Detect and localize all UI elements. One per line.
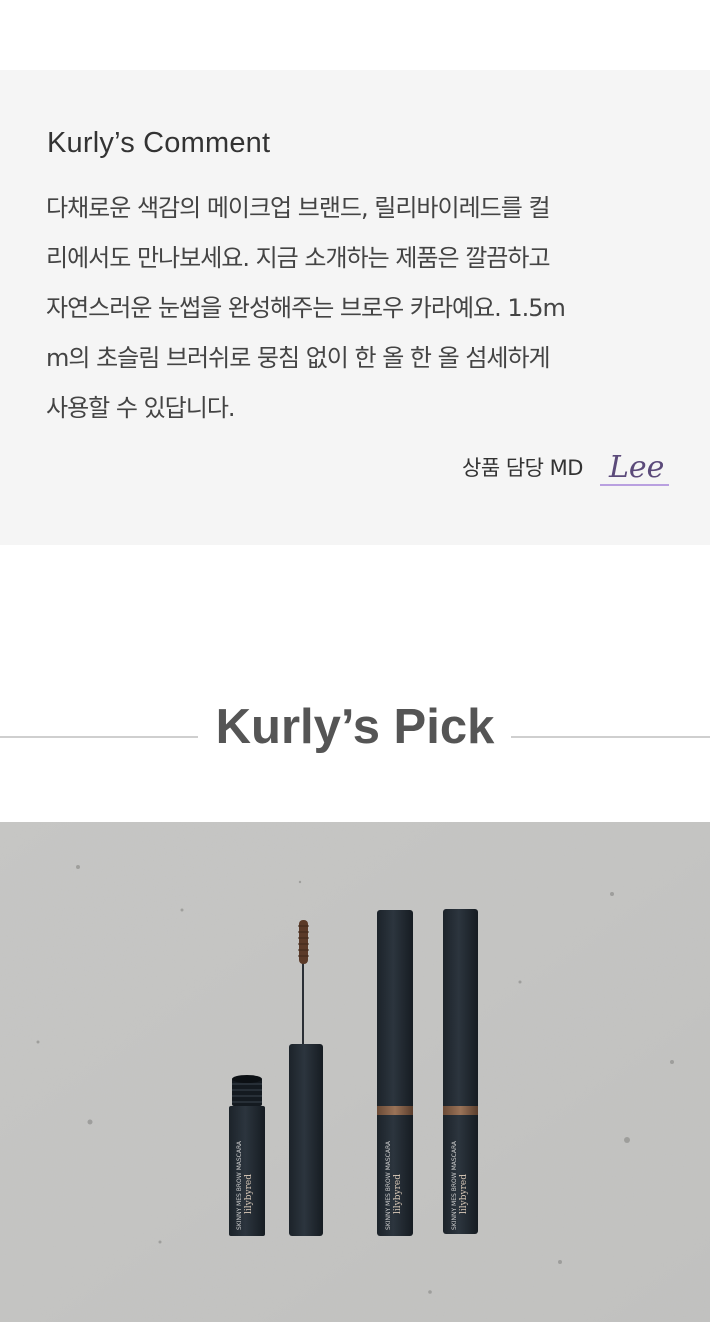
product-brand-label: lilybyred (393, 1174, 403, 1214)
comment-line: 자연스러운 눈썹을 완성해주는 브로우 카라예요. 1.5m (46, 294, 566, 322)
product-name-label: SKINNY MES BROW MASCARA (385, 1140, 392, 1230)
product-brand-label: lilybyred (244, 1174, 254, 1214)
md-signature: Lee (600, 450, 669, 486)
pick-title: Kurly’s Pick (215, 700, 495, 754)
comment-line: m의 초슬림 브러쉬로 뭉침 없이 한 올 한 올 섬세하게 (46, 344, 551, 372)
md-label: 상품 담당 MD (462, 456, 583, 480)
signature-text: Lee (608, 450, 664, 485)
comment-title: Kurly’s Comment (47, 127, 271, 159)
product-name-label: SKINNY MES BROW MASCARA (236, 1140, 243, 1230)
mascara-closed-2: lilybyred SKINNY MES BROW MASCARA (443, 909, 478, 1234)
md-credit: 상품 담당 MD (462, 452, 583, 482)
mascara-open-tube: lilybyred SKINNY MES BROW MASCARA (229, 1075, 265, 1236)
product-photo: lilybyred SKINNY MES BROW MASCARA lilyby… (0, 822, 710, 1322)
comment-line: 리에서도 만나보세요. 지금 소개하는 제품은 깔끔하고 (46, 244, 551, 272)
mascara-closed-1: lilybyred SKINNY MES BROW MASCARA (377, 910, 413, 1236)
comment-line: 사용할 수 있답니다. (46, 394, 236, 422)
product-brand-label: lilybyred (459, 1174, 469, 1214)
product-name-label: SKINNY MES BROW MASCARA (451, 1140, 458, 1230)
comment-line: 다채로운 색감의 메이크업 브랜드, 릴리바이레드를 컬 (46, 194, 551, 222)
brow-brush (299, 920, 308, 964)
comment-body: 다채로운 색감의 메이크업 브랜드, 릴리바이레드를 컬 리에서도 만나보세요.… (46, 183, 676, 433)
